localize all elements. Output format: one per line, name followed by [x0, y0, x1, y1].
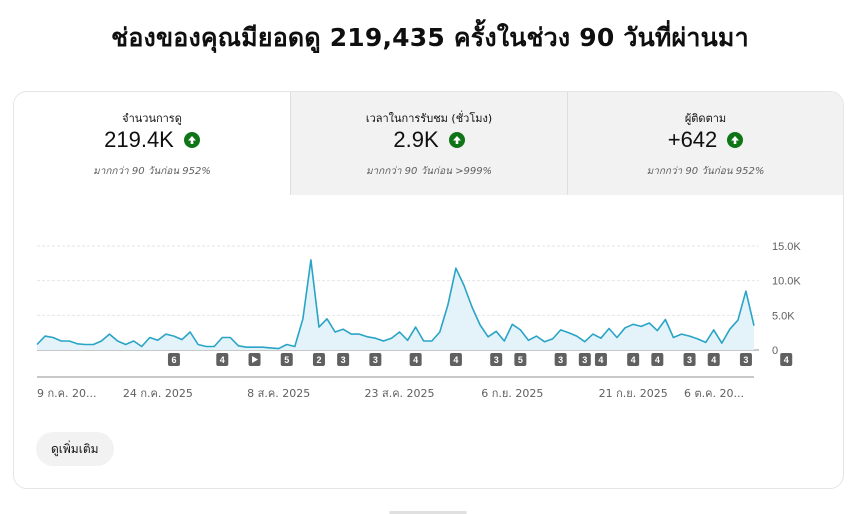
- tab-subscribers-note: มากกว่า 90 วันก่อน 952%: [646, 166, 765, 177]
- tab-subscribers-label: ผู้ติดตาม: [684, 112, 727, 125]
- tab-views-label: จำนวนการดู: [122, 112, 182, 125]
- metric-tabs: จำนวนการดู 219.4K มากกว่า 90 วันก่อน 952…: [14, 92, 843, 195]
- tab-watch-time-note: มากกว่า 90 วันก่อน >999%: [365, 166, 493, 177]
- video-marker-label: 3: [582, 355, 587, 365]
- see-more-button[interactable]: ดูเพิ่มเติม: [36, 432, 114, 466]
- video-marker-label: 4: [598, 355, 603, 365]
- y-tick-label: 0: [772, 345, 778, 357]
- x-tick-label: 21 ก.ย. 2025: [599, 387, 668, 400]
- video-marker-label: 4: [220, 355, 225, 365]
- video-marker-label: 4: [784, 355, 789, 365]
- video-marker-label: 3: [373, 355, 378, 365]
- video-marker-label: 3: [494, 355, 499, 365]
- views-chart: 15.0K 10.0K 5.0K 0 6 4 5 2 3 3 4 4 3 5 3 3 4 4 4 3 4 3 4 9 ก.ค.…: [36, 241, 801, 400]
- x-tick-label: 8 ส.ค. 2025: [247, 387, 310, 400]
- video-marker-label: 4: [655, 355, 660, 365]
- y-tick-label: 10.0K: [772, 276, 801, 288]
- tab-watch-time-value: 2.9K: [393, 127, 439, 152]
- tab-subscribers-value: +642: [667, 127, 718, 152]
- series-area: [37, 259, 754, 350]
- arrow-up-icon: [727, 132, 744, 148]
- x-tick-label: 23 ส.ค. 2025: [364, 387, 434, 400]
- tab-views[interactable]: จำนวนการดู 219.4K มากกว่า 90 วันก่อน 952…: [14, 92, 290, 195]
- x-tick-label: 6 ก.ย. 2025: [481, 387, 543, 400]
- tab-subscribers[interactable]: ผู้ติดตาม +642 มากกว่า 90 วันก่อน 952%: [567, 92, 843, 195]
- video-marker-label: 4: [631, 355, 636, 365]
- arrow-up-icon: [448, 132, 465, 148]
- video-marker-label: 5: [284, 355, 289, 365]
- video-marker-label: 5: [518, 355, 523, 365]
- tab-views-note: มากกว่า 90 วันก่อน 952%: [93, 166, 211, 177]
- tab-views-value: 219.4K: [104, 127, 174, 152]
- video-marker-label: 2: [316, 355, 321, 365]
- video-marker-label: 3: [743, 355, 748, 365]
- arrow-up-icon: [183, 132, 200, 148]
- tab-watch-time-label: เวลาในการรับชม (ชั่วโมง): [365, 112, 493, 125]
- y-tick-label: 5.0K: [772, 310, 795, 322]
- y-tick-label: 15.0K: [772, 241, 801, 253]
- x-tick-label: 24 ก.ค. 2025: [123, 387, 193, 400]
- video-marker-label: 4: [711, 355, 716, 365]
- video-marker-label: 4: [413, 355, 418, 365]
- video-marker-label: 3: [558, 355, 563, 365]
- video-marker-label: 3: [341, 355, 346, 365]
- video-marker-label: 3: [687, 355, 692, 365]
- x-tick-label: 6 ต.ค. 20...: [684, 387, 744, 400]
- x-tick-label: 9 ก.ค. 20...: [37, 387, 97, 400]
- analytics-card: จำนวนการดู 219.4K มากกว่า 90 วันก่อน 952…: [13, 91, 844, 489]
- page-headline: ช่องของคุณมียอดดู 219,435 ครั้งในช่วง 90…: [111, 23, 749, 52]
- video-marker-label: 4: [453, 355, 458, 365]
- video-marker-label: 6: [171, 355, 176, 365]
- tab-watch-time[interactable]: เวลาในการรับชม (ชั่วโมง) 2.9K มากกว่า 90…: [290, 92, 567, 195]
